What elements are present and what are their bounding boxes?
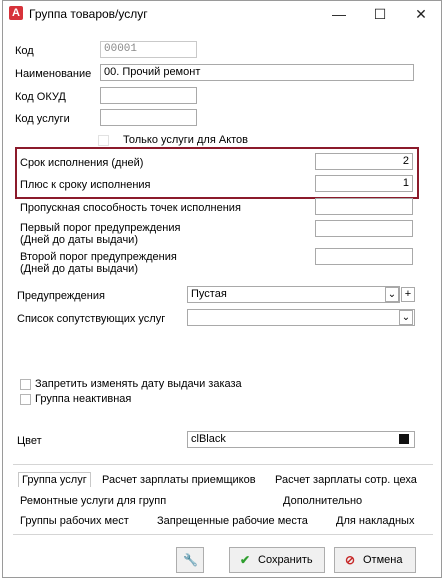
color-field[interactable]: clBlack bbox=[187, 431, 415, 448]
checkmark-icon: ✔ bbox=[239, 553, 251, 567]
tab-workplace-groups[interactable]: Группы рабочих мест bbox=[20, 515, 129, 527]
wrench-icon: 🔧 bbox=[183, 553, 198, 567]
tabs-divider bbox=[13, 464, 433, 465]
save-button[interactable]: ✔ Сохранить bbox=[229, 547, 325, 573]
first-threshold-label: Первый порог предупреждения bbox=[20, 222, 181, 234]
first-threshold-sublabel: (Дней до даты выдачи) bbox=[20, 234, 138, 246]
save-button-label: Сохранить bbox=[258, 554, 313, 566]
related-services-label: Список сопутствующих услуг bbox=[17, 313, 166, 325]
only-acts-label: Только услуги для Актов bbox=[123, 134, 249, 146]
color-swatch-icon[interactable] bbox=[399, 434, 409, 444]
cancel-icon: ⊘ bbox=[344, 553, 356, 567]
tab-for-invoices[interactable]: Для накладных bbox=[336, 515, 414, 527]
tab-forbidden-workplaces[interactable]: Запрещенные рабочие места bbox=[157, 515, 308, 527]
warnings-label: Предупреждения bbox=[17, 290, 105, 302]
throughput-label: Пропускная способность точек исполнения bbox=[20, 202, 241, 214]
plus-term-field[interactable]: 1 bbox=[315, 175, 413, 192]
service-code-field[interactable] bbox=[100, 109, 197, 126]
service-code-label: Код услуги bbox=[15, 113, 70, 125]
tab-repair-services[interactable]: Ремонтные услуги для групп bbox=[20, 495, 166, 507]
second-threshold-label: Второй порог предупреждения bbox=[20, 251, 177, 263]
tools-button[interactable]: 🔧 bbox=[176, 547, 204, 573]
warnings-select[interactable]: Пустая bbox=[187, 286, 400, 303]
chevron-down-icon[interactable]: ⌄ bbox=[399, 310, 413, 325]
first-threshold-field[interactable] bbox=[315, 220, 413, 237]
name-field[interactable]: 00. Прочий ремонт bbox=[100, 64, 414, 81]
name-label: Наименование bbox=[15, 68, 92, 80]
term-label: Срок исполнения (дней) bbox=[20, 157, 144, 169]
title-bar: A Группа товаров/услуг — ☐ ✕ bbox=[3, 1, 441, 27]
plus-term-label: Плюс к сроку исполнения bbox=[20, 179, 151, 191]
cancel-button-label: Отмена bbox=[363, 554, 403, 566]
okud-field[interactable] bbox=[100, 87, 197, 104]
group-dialog-window: A Группа товаров/услуг — ☐ ✕ Код 00001 Н… bbox=[2, 0, 442, 578]
code-label: Код bbox=[15, 45, 34, 57]
app-logo-icon: A bbox=[9, 6, 23, 20]
add-warning-button[interactable]: + bbox=[401, 287, 415, 302]
only-acts-checkbox[interactable] bbox=[98, 135, 109, 146]
code-field: 00001 bbox=[100, 41, 197, 58]
minimize-button[interactable]: — bbox=[325, 4, 353, 24]
inactive-checkbox[interactable] bbox=[20, 394, 31, 405]
cancel-button[interactable]: ⊘ Отмена bbox=[334, 547, 416, 573]
tab-workshop-salary[interactable]: Расчет зарплаты сотр. цеха bbox=[275, 474, 417, 486]
second-threshold-sublabel: (Дней до даты выдачи) bbox=[20, 263, 138, 275]
tab-receivers-salary[interactable]: Расчет зарплаты приемщиков bbox=[102, 474, 256, 486]
term-field[interactable]: 2 bbox=[315, 153, 413, 170]
color-label: Цвет bbox=[17, 435, 42, 447]
throughput-field[interactable] bbox=[315, 198, 413, 215]
window-title: Группа товаров/услуг bbox=[29, 7, 148, 21]
related-services-select[interactable] bbox=[187, 309, 415, 326]
maximize-button[interactable]: ☐ bbox=[366, 4, 394, 24]
footer-divider bbox=[13, 534, 433, 535]
tab-service-group[interactable]: Группа услуг bbox=[18, 472, 91, 487]
tab-additional[interactable]: Дополнительно bbox=[283, 495, 362, 507]
chevron-down-icon[interactable]: ⌄ bbox=[385, 287, 399, 302]
forbid-date-change-label: Запретить изменять дату выдачи заказа bbox=[35, 378, 242, 390]
inactive-label: Группа неактивная bbox=[35, 393, 132, 405]
forbid-date-change-checkbox[interactable] bbox=[20, 379, 31, 390]
okud-label: Код ОКУД bbox=[15, 91, 66, 103]
second-threshold-field[interactable] bbox=[315, 248, 413, 265]
close-button[interactable]: ✕ bbox=[407, 4, 435, 24]
